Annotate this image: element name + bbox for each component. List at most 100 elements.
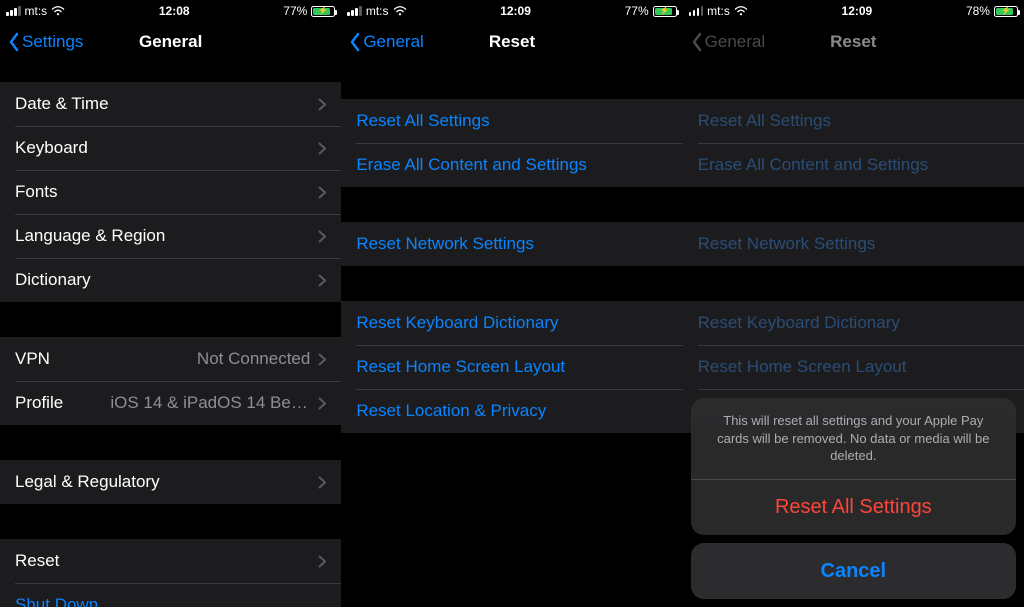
row-keyboard[interactable]: Keyboard: [0, 126, 341, 170]
carrier-label: mt:s: [366, 4, 389, 18]
row-label: Reset Home Screen Layout: [698, 357, 907, 377]
group-datetime: Date & Time Keyboard Fonts Language & Re…: [0, 82, 341, 302]
battery-pct-label: 78%: [966, 4, 990, 18]
row-reset-network[interactable]: Reset Network Settings: [341, 222, 682, 266]
row-detail: iOS 14 & iPadOS 14 Beta Softwar…: [110, 393, 310, 413]
back-button[interactable]: General: [349, 32, 423, 52]
row-label: Reset Location & Privacy: [356, 401, 546, 421]
row-language-region[interactable]: Language & Region: [0, 214, 341, 258]
row-reset-keyboard-dict: Reset Keyboard Dictionary: [683, 301, 1024, 345]
row-label: Reset All Settings: [356, 111, 489, 131]
carrier-label: mt:s: [707, 4, 730, 18]
row-erase-all[interactable]: Erase All Content and Settings: [341, 143, 682, 187]
action-sheet-message: This will reset all settings and your Ap…: [691, 398, 1016, 479]
action-sheet: This will reset all settings and your Ap…: [691, 398, 1016, 599]
nav-bar: General Reset: [341, 20, 682, 64]
clock-label: 12:09: [748, 4, 966, 18]
row-date-time[interactable]: Date & Time: [0, 82, 341, 126]
group-vpn-profile: VPN Not Connected Profile iOS 14 & iPadOS …: [0, 337, 341, 425]
row-reset[interactable]: Reset: [0, 539, 341, 583]
row-reset-home-layout[interactable]: Reset Home Screen Layout: [341, 345, 682, 389]
row-label: Fonts: [15, 182, 58, 202]
row-label: Keyboard: [15, 138, 88, 158]
row-reset-network: Reset Network Settings: [683, 222, 1024, 266]
row-legal-regulatory[interactable]: Legal & Regulatory: [0, 460, 341, 504]
chevron-right-icon: [318, 186, 326, 199]
nav-bar: Settings General: [0, 20, 341, 64]
action-sheet-panel: This will reset all settings and your Ap…: [691, 398, 1016, 535]
chevron-right-icon: [318, 397, 326, 410]
row-label: Reset Keyboard Dictionary: [698, 313, 900, 333]
row-label: Reset Keyboard Dictionary: [356, 313, 558, 333]
group-reset-erase: Reset All Settings Erase All Content and…: [341, 99, 682, 187]
status-bar: mt:s 12:08 77% ⚡: [0, 0, 341, 20]
group-reset-network: Reset Network Settings: [341, 222, 682, 266]
group-reset-other: Reset Keyboard Dictionary Reset Home Scr…: [341, 301, 682, 433]
row-vpn[interactable]: VPN Not Connected: [0, 337, 341, 381]
chevron-right-icon: [318, 476, 326, 489]
row-label: Reset Home Screen Layout: [356, 357, 565, 377]
row-reset-keyboard-dict[interactable]: Reset Keyboard Dictionary: [341, 301, 682, 345]
signal-bars-icon: [689, 6, 704, 16]
group-reset-network: Reset Network Settings: [683, 222, 1024, 266]
status-bar: mt:s 12:09 77% ⚡: [341, 0, 682, 20]
back-button: General: [691, 32, 765, 52]
clock-label: 12:09: [407, 4, 625, 18]
battery-icon: ⚡: [994, 6, 1018, 17]
chevron-right-icon: [318, 555, 326, 568]
chevron-left-icon: [8, 32, 20, 52]
row-label: Legal & Regulatory: [15, 472, 160, 492]
back-label: Settings: [22, 32, 83, 52]
group-legal: Legal & Regulatory: [0, 460, 341, 504]
back-label: General: [363, 32, 423, 52]
row-label: Shut Down: [15, 595, 98, 607]
wifi-icon: [734, 6, 748, 16]
row-reset-location-privacy[interactable]: Reset Location & Privacy: [341, 389, 682, 433]
wifi-icon: [393, 6, 407, 16]
chevron-right-icon: [318, 353, 326, 366]
row-label: Reset: [15, 551, 59, 571]
group-reset-erase: Reset All Settings Erase All Content and…: [683, 99, 1024, 187]
scroll-area[interactable]: Date & Time Keyboard Fonts Language & Re…: [0, 64, 341, 607]
screen-reset: mt:s 12:09 77% ⚡ General Reset Reset All…: [341, 0, 682, 607]
clock-label: 12:08: [65, 4, 283, 18]
battery-icon: ⚡: [653, 6, 677, 17]
row-label: Reset All Settings: [698, 111, 831, 131]
battery-pct-label: 77%: [283, 4, 307, 18]
nav-bar: General Reset: [683, 20, 1024, 64]
row-reset-home-layout: Reset Home Screen Layout: [683, 345, 1024, 389]
status-bar: mt:s 12:09 78% ⚡: [683, 0, 1024, 20]
row-shut-down[interactable]: Shut Down: [0, 583, 341, 607]
cancel-button[interactable]: Cancel: [691, 543, 1016, 599]
wifi-icon: [51, 6, 65, 16]
screen-general: mt:s 12:08 77% ⚡ Settings General Date &…: [0, 0, 341, 607]
reset-all-settings-button[interactable]: Reset All Settings: [691, 479, 1016, 535]
row-reset-all-settings[interactable]: Reset All Settings: [341, 99, 682, 143]
chevron-right-icon: [318, 98, 326, 111]
scroll-area[interactable]: Reset All Settings Erase All Content and…: [341, 64, 682, 607]
row-label: Profile: [15, 393, 63, 413]
row-detail: Not Connected: [197, 349, 310, 369]
chevron-right-icon: [318, 142, 326, 155]
row-profile[interactable]: Profile iOS 14 & iPadOS 14 Beta Softwar…: [0, 381, 341, 425]
signal-bars-icon: [347, 6, 362, 16]
carrier-label: mt:s: [25, 4, 48, 18]
chevron-left-icon: [349, 32, 361, 52]
chevron-right-icon: [318, 274, 326, 287]
row-fonts[interactable]: Fonts: [0, 170, 341, 214]
row-label: Dictionary: [15, 270, 91, 290]
group-reset-shutdown: Reset Shut Down: [0, 539, 341, 607]
row-label: Reset Network Settings: [356, 234, 534, 254]
row-label: Reset Network Settings: [698, 234, 876, 254]
battery-icon: ⚡: [311, 6, 335, 17]
row-erase-all: Erase All Content and Settings: [683, 143, 1024, 187]
back-button[interactable]: Settings: [8, 32, 83, 52]
row-dictionary[interactable]: Dictionary: [0, 258, 341, 302]
row-label: Date & Time: [15, 94, 109, 114]
signal-bars-icon: [6, 6, 21, 16]
row-label: Erase All Content and Settings: [698, 155, 929, 175]
row-label: VPN: [15, 349, 50, 369]
chevron-left-icon: [691, 32, 703, 52]
row-label: Erase All Content and Settings: [356, 155, 587, 175]
back-label: General: [705, 32, 765, 52]
